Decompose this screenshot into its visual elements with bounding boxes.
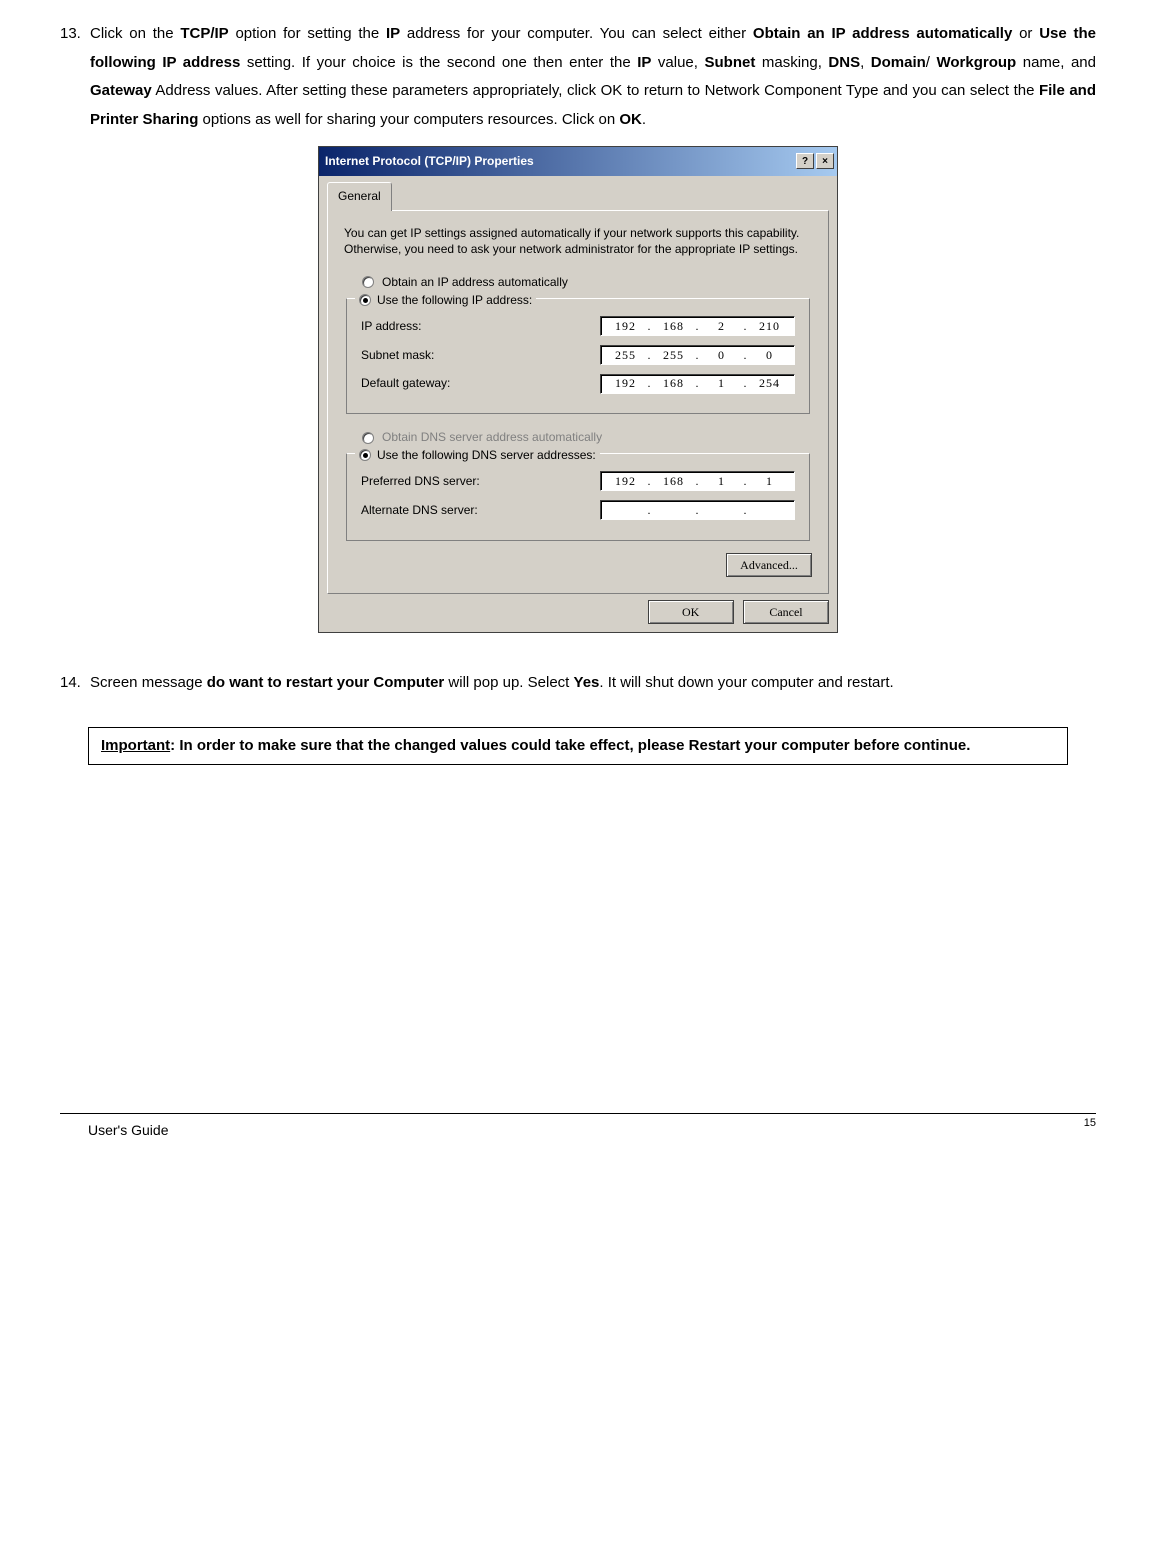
step-number: 14. [60,669,90,698]
dialog-screenshot: Internet Protocol (TCP/IP) Properties ? … [60,146,1096,633]
ip-address-input[interactable]: 192. 168. 2. 210 [600,316,795,336]
pref-dns-label: Preferred DNS server: [361,470,600,493]
page-number: 15 [1084,1113,1096,1140]
important-label: Important [101,737,170,754]
alt-dns-input[interactable]: . . . [600,500,795,520]
alt-dns-label: Alternate DNS server: [361,499,600,522]
intro-text: You can get IP settings assigned automat… [344,225,812,257]
radio-icon [359,294,371,306]
tcpip-properties-dialog: Internet Protocol (TCP/IP) Properties ? … [318,146,838,633]
cancel-button[interactable]: Cancel [743,600,829,624]
gateway-input[interactable]: 192. 168. 1. 254 [600,374,795,394]
step-number: 13. [60,20,90,134]
page-footer: User's Guide 15 [60,1113,1096,1144]
footer-guide: User's Guide [60,1117,168,1144]
dialog-title: Internet Protocol (TCP/IP) Properties [325,150,534,173]
step-14-paragraph: 14. Screen message do want to restart yo… [60,669,1096,698]
ok-button[interactable]: OK [648,600,734,624]
step-14-body: Screen message do want to restart your C… [90,669,894,698]
step-13-paragraph: 13. Click on the TCP/IP option for setti… [60,20,1096,134]
subnet-label: Subnet mask: [361,344,600,367]
ip-address-label: IP address: [361,315,600,338]
close-button[interactable]: × [816,153,834,169]
radio-icon [362,432,374,444]
tab-general[interactable]: General [327,182,392,211]
important-note-box: Important: In order to make sure that th… [88,727,1068,765]
step-13-body: Click on the TCP/IP option for setting t… [90,20,1096,134]
subnet-input[interactable]: 255. 255. 0. 0 [600,345,795,365]
radio-icon [362,276,374,288]
radio-use-ip[interactable]: Use the following IP address: [355,289,536,312]
gateway-label: Default gateway: [361,372,600,395]
pref-dns-input[interactable]: 192. 168. 1. 1 [600,471,795,491]
help-button[interactable]: ? [796,153,814,169]
advanced-button[interactable]: Advanced... [726,553,812,577]
radio-icon [359,449,371,461]
radio-use-dns[interactable]: Use the following DNS server addresses: [355,444,600,467]
dialog-titlebar: Internet Protocol (TCP/IP) Properties ? … [319,147,837,176]
